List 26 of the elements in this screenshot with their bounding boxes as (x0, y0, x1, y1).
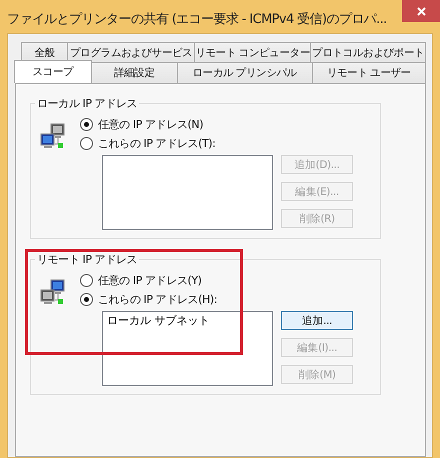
group-title: ローカル IP アドレス (36, 96, 138, 111)
address-list[interactable]: ローカル サブネット (102, 311, 273, 386)
list-item[interactable]: ローカル サブネット (107, 313, 268, 328)
network-computers-icon (40, 279, 66, 307)
tab[interactable]: プロトコルおよびポート (310, 42, 426, 62)
radio-label[interactable]: これらの IP アドレス(T): (98, 136, 216, 151)
radio-label[interactable]: 任意の IP アドレス(Y) (98, 273, 202, 288)
close-button[interactable] (402, 0, 440, 22)
window-title: ファイルとプリンターの共有 (エコー要求 - ICMPv4 受信)のプロパ... (7, 11, 387, 28)
network-computers-icon (40, 123, 66, 151)
tab[interactable]: プログラムおよびサービス (67, 42, 195, 62)
tab[interactable]: スコープ (14, 60, 92, 83)
radio-label[interactable]: 任意の IP アドレス(N) (98, 117, 204, 132)
tab[interactable]: 詳細設定 (90, 62, 178, 83)
radio-button[interactable] (80, 118, 93, 131)
tab[interactable]: リモート ユーザー (312, 62, 426, 83)
radio-label[interactable]: これらの IP アドレス(H): (98, 292, 218, 307)
group-title: リモート IP アドレス (36, 252, 138, 267)
tab[interactable]: リモート コンピューター (194, 42, 312, 62)
address-list[interactable] (102, 155, 273, 230)
radio-button[interactable] (80, 137, 93, 150)
radio-button[interactable] (80, 293, 93, 306)
radio-button[interactable] (80, 274, 93, 287)
action-button[interactable]: 追加... (281, 311, 353, 330)
close-icon (416, 6, 426, 16)
tab[interactable]: ローカル プリンシパル (176, 62, 313, 83)
